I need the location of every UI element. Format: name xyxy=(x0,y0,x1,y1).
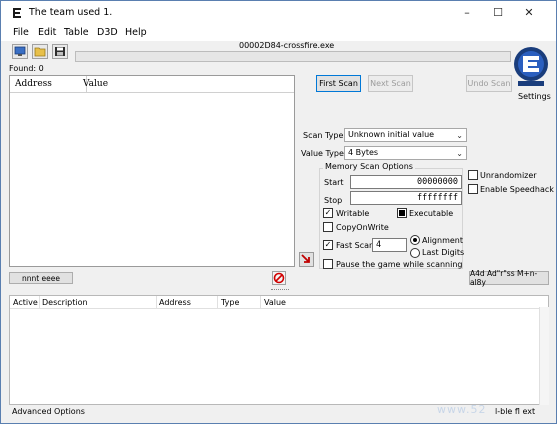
first-scan-button[interactable]: First Scan xyxy=(316,75,361,92)
filled-square-icon xyxy=(399,210,405,216)
executable-checkbox[interactable] xyxy=(397,208,407,218)
settings-label[interactable]: Settings xyxy=(518,92,551,101)
column-divider xyxy=(260,296,261,309)
start-address-field[interactable]: 00000000 xyxy=(350,175,462,189)
results-header: Address Value xyxy=(10,76,294,93)
stop-address-field[interactable]: ffffffff xyxy=(350,191,462,205)
address-list[interactable]: Active Description Address Type Value xyxy=(9,295,549,405)
chevron-down-icon: ⌄ xyxy=(456,149,463,158)
column-description[interactable]: Description xyxy=(42,298,88,307)
scan-progress-bar xyxy=(75,51,511,62)
radio-selected-icon xyxy=(413,238,417,242)
main-window: The team used 1. – ☐ ✕ File Edit Table D… xyxy=(0,0,557,424)
computer-icon xyxy=(14,46,26,56)
results-column-address[interactable]: Address xyxy=(15,79,52,89)
stop-icon[interactable] xyxy=(272,271,286,285)
last-digits-radio[interactable] xyxy=(410,248,420,258)
menu-help[interactable]: Help xyxy=(125,27,147,38)
menu-d3d[interactable]: D3D xyxy=(97,27,118,38)
column-type[interactable]: Type xyxy=(221,298,239,307)
watermark-text: www.52 xyxy=(437,403,487,416)
column-divider xyxy=(217,296,218,309)
scan-type-select[interactable]: Unknown initial value ⌄ xyxy=(344,128,467,142)
fast-scan-checkbox[interactable]: ✓ xyxy=(323,240,333,250)
scan-type-value: Unknown initial value xyxy=(348,130,435,139)
undo-scan-button[interactable]: Undo Scan xyxy=(466,75,512,92)
value-type-label: Value Type xyxy=(301,149,344,158)
memory-scan-options-title: Memory Scan Options xyxy=(323,162,415,171)
pause-game-checkbox[interactable] xyxy=(323,259,333,269)
found-count: Found: 0 xyxy=(9,64,44,73)
open-file-button[interactable] xyxy=(32,44,48,59)
unrandomizer-checkbox[interactable] xyxy=(468,170,478,180)
checkmark-icon: ✓ xyxy=(324,208,332,217)
copy-on-write-label: CopyOnWrite xyxy=(336,223,389,232)
minimize-button[interactable]: – xyxy=(457,5,477,21)
cheat-engine-icon xyxy=(13,8,21,18)
unrandomizer-label: Unrandomizer xyxy=(480,171,537,180)
select-process-button[interactable] xyxy=(12,44,28,59)
save-icon xyxy=(55,47,65,56)
last-digits-label: Last Digits xyxy=(422,248,465,257)
scan-type-label: Scan Type xyxy=(303,131,344,140)
add-to-list-button[interactable] xyxy=(299,252,314,267)
fast-scan-label: Fast Scan xyxy=(336,241,375,250)
save-file-button[interactable] xyxy=(52,44,68,59)
alignment-radio[interactable] xyxy=(410,235,420,245)
memory-view-button[interactable]: nnnt eeee xyxy=(9,272,73,284)
cheat-engine-logo-icon[interactable] xyxy=(512,43,550,93)
maximize-button[interactable]: ☐ xyxy=(488,5,508,21)
start-label: Start xyxy=(324,178,344,187)
title-bar: The team used 1. – ☐ ✕ xyxy=(1,1,556,25)
window-title: The team used 1. xyxy=(29,7,113,18)
writable-label: Writable xyxy=(336,209,370,218)
value-type-value: 4 Bytes xyxy=(348,148,379,157)
menu-bar: File Edit Table D3D Help xyxy=(1,25,556,41)
column-active[interactable]: Active xyxy=(13,298,38,307)
column-divider xyxy=(39,296,40,309)
column-divider xyxy=(156,296,157,309)
menu-file[interactable]: File xyxy=(13,27,29,38)
pause-game-label: Pause the game while scanning xyxy=(336,260,463,269)
arrow-down-right-icon xyxy=(301,254,310,263)
folder-icon xyxy=(34,47,46,57)
scan-results-list[interactable]: Address Value xyxy=(9,75,295,267)
close-button[interactable]: ✕ xyxy=(519,5,539,21)
address-list-scrollbar[interactable] xyxy=(539,307,549,405)
chevron-down-icon: ⌄ xyxy=(456,131,463,140)
executable-label: Executable xyxy=(409,209,454,218)
speedhack-checkbox[interactable] xyxy=(468,184,478,194)
menu-table[interactable]: Table xyxy=(64,27,89,38)
alignment-label: Alignment xyxy=(422,236,463,245)
checkmark-icon: ✓ xyxy=(324,240,332,249)
column-value[interactable]: Value xyxy=(264,298,286,307)
add-address-manually-button[interactable]: A4d Ad"r"ss M+n-al8y xyxy=(469,269,549,287)
copy-on-write-checkbox[interactable] xyxy=(323,222,333,232)
process-title: 00002D84-crossfire.exe xyxy=(239,41,335,50)
stop-label: Stop xyxy=(324,196,343,205)
next-scan-button[interactable]: Next Scan xyxy=(368,75,413,92)
column-address[interactable]: Address xyxy=(159,298,191,307)
splitter-handle[interactable] xyxy=(271,289,289,292)
results-column-value[interactable]: Value xyxy=(83,79,108,89)
address-list-header: Active Description Address Type Value xyxy=(10,296,548,309)
fast-scan-value-field[interactable]: 4 xyxy=(372,238,407,252)
value-type-select[interactable]: 4 Bytes ⌄ xyxy=(344,146,467,160)
advanced-options-button[interactable]: Advanced Options xyxy=(12,407,85,416)
table-extras-button[interactable]: l-ble ﬂ ext xyxy=(495,407,535,416)
menu-edit[interactable]: Edit xyxy=(38,27,56,38)
writable-checkbox[interactable]: ✓ xyxy=(323,208,333,218)
speedhack-label: Enable Speedhack xyxy=(480,185,554,194)
